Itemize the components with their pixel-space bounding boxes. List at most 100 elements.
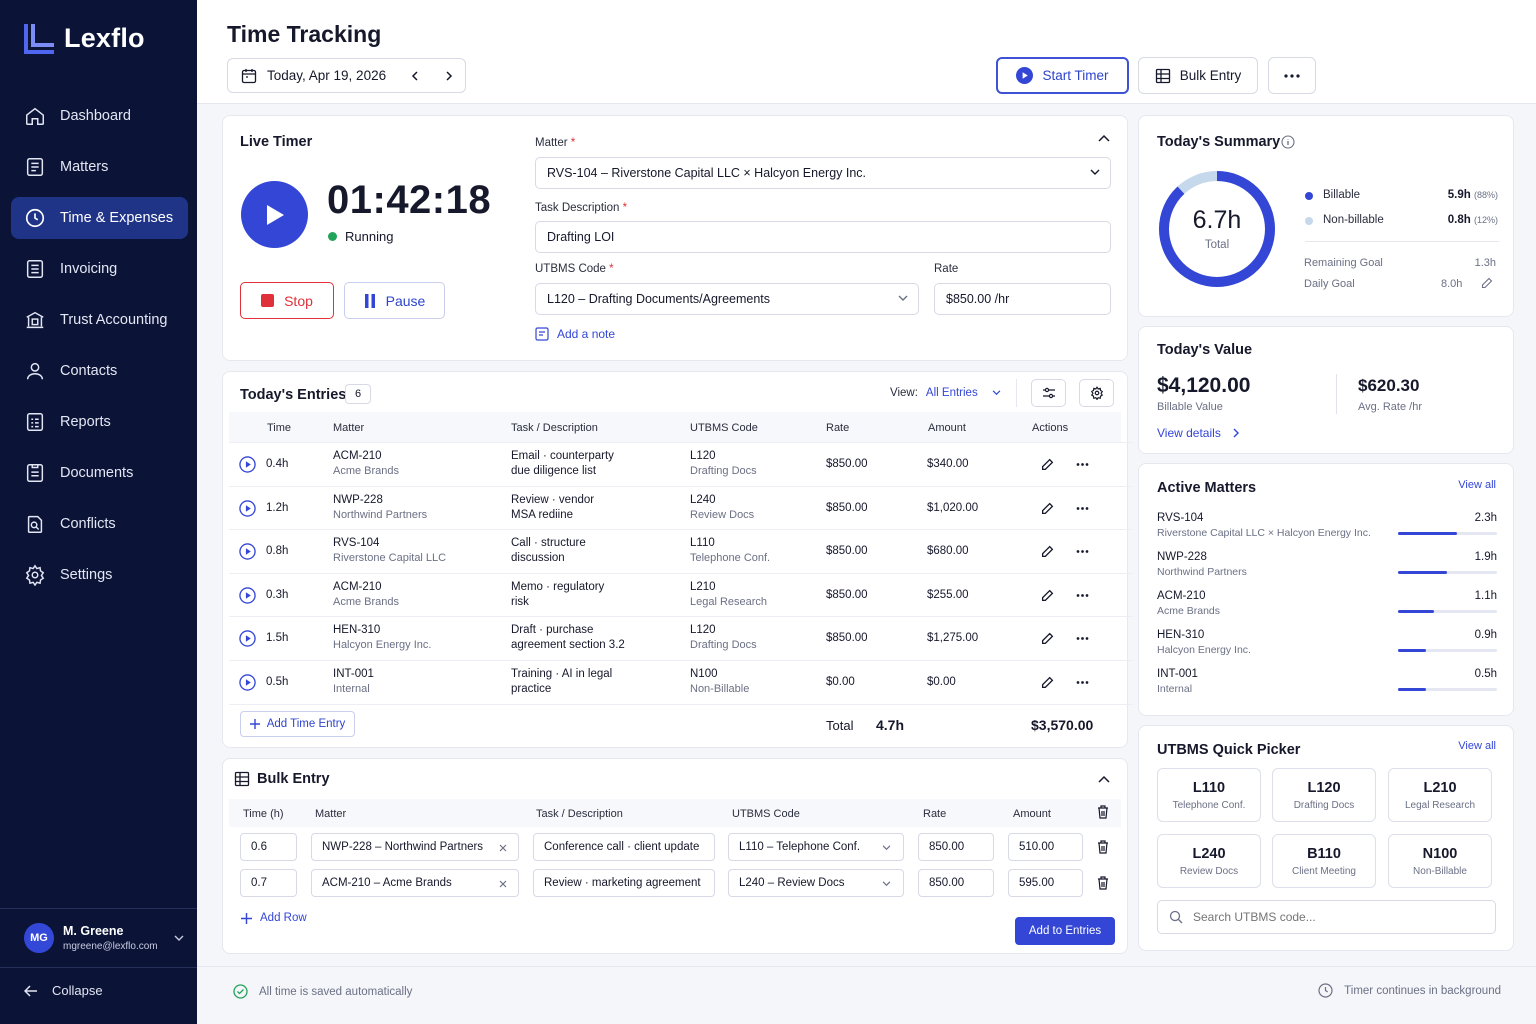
collapse-chevron-up-icon[interactable] xyxy=(1098,775,1110,783)
utbms-code-tile[interactable]: L210 Legal Research xyxy=(1388,768,1492,822)
sidebar-item-contacts[interactable]: Contacts xyxy=(11,350,188,392)
check-circle-icon xyxy=(233,984,248,999)
play-circle-icon[interactable] xyxy=(239,499,256,517)
bulk-time-input[interactable]: 0.6 xyxy=(240,833,297,861)
utbms-search-input[interactable] xyxy=(1193,910,1473,924)
sidebar-item-documents[interactable]: Documents xyxy=(11,452,188,494)
table-row[interactable]: 1.5h HEN-310 Halcyon Energy Inc. Draft · pu… xyxy=(229,616,1133,660)
bulk-time-input[interactable]: 0.7 xyxy=(240,869,297,897)
stop-button[interactable]: Stop xyxy=(240,282,334,319)
sidebar-item-conflicts[interactable]: Conflicts xyxy=(11,503,188,545)
pencil-icon[interactable] xyxy=(1481,277,1493,289)
sidebar-item-time-expenses[interactable]: Time & Expenses xyxy=(11,197,188,239)
sidebar-item-matters[interactable]: Matters xyxy=(11,146,188,188)
collapse-button[interactable]: Collapse xyxy=(24,983,103,998)
active-matter-item[interactable]: INT-001 Internal 0.5h xyxy=(1139,667,1515,703)
active-matter-item[interactable]: RVS-104 Riverstone Capital LLC × Halcyon … xyxy=(1139,511,1515,547)
utbms-select[interactable]: L120 – Drafting Documents/Agreements xyxy=(535,283,919,315)
pencil-icon[interactable] xyxy=(1041,458,1054,471)
rate-input[interactable]: $850.00 /hr xyxy=(934,283,1111,315)
trash-icon[interactable] xyxy=(1097,840,1109,854)
matter-select[interactable]: RVS-104 – Riverstone Capital LLC × Halcy… xyxy=(535,157,1111,189)
chevron-left-icon[interactable] xyxy=(410,70,420,81)
active-matter-item[interactable]: ACM-210 Acme Brands 1.1h xyxy=(1139,589,1515,625)
bulk-matter-select[interactable]: NWP-228 – Northwind Partners xyxy=(311,833,519,861)
utbms-code-tile[interactable]: N100 Non-Billable xyxy=(1388,834,1492,888)
play-circle-icon[interactable] xyxy=(239,674,256,691)
more-dots-icon[interactable] xyxy=(1076,550,1089,554)
sidebar-item-reports[interactable]: Reports xyxy=(11,401,188,443)
sidebar-item-settings[interactable]: Settings xyxy=(11,554,188,596)
date-picker[interactable]: Today, Apr 19, 2026 xyxy=(227,58,466,93)
user-menu[interactable]: MG M. Greene mgreene@lexflo.com xyxy=(0,908,197,968)
view-details-link[interactable]: View details xyxy=(1157,426,1240,440)
bulk-rate-input[interactable]: 850.00 xyxy=(918,833,994,861)
pencil-icon[interactable] xyxy=(1041,632,1054,645)
more-dots-icon[interactable] xyxy=(1076,463,1089,466)
table-row[interactable]: 0.5h INT-001 Internal Training · AI in lega… xyxy=(229,660,1133,704)
play-circle-icon[interactable] xyxy=(239,630,256,648)
table-row[interactable]: 0.3h ACM-210 Acme Brands Memo · regulatory r… xyxy=(229,572,1133,617)
active-matter-item[interactable]: NWP-228 Northwind Partners 1.9h xyxy=(1139,550,1515,586)
bulk-entry-button[interactable]: Bulk Entry xyxy=(1138,57,1258,94)
table-settings-button[interactable] xyxy=(1079,379,1114,407)
trash-icon[interactable] xyxy=(1097,805,1109,819)
add-time-entry-button[interactable]: Add Time Entry xyxy=(240,711,355,737)
add-note-link[interactable]: Add a note xyxy=(535,327,615,341)
start-timer-button[interactable]: Start Timer xyxy=(996,57,1129,94)
collapse-chevron-up-icon[interactable] xyxy=(1098,134,1110,142)
more-dots-icon[interactable] xyxy=(1076,681,1089,684)
table-row[interactable]: 1.2h NWP-228 Northwind Partners Review · ve… xyxy=(229,485,1133,530)
conflicts-icon xyxy=(27,515,43,533)
entry-matter-code: ACM-210 xyxy=(333,580,382,593)
utbms-code-tile[interactable]: L110 Telephone Conf. xyxy=(1157,768,1261,822)
add-to-entries-button[interactable]: Add to Entries xyxy=(1015,917,1115,945)
bulk-amount-input[interactable]: 595.00 xyxy=(1008,869,1083,897)
pencil-icon[interactable] xyxy=(1041,676,1054,689)
table-row[interactable]: 0.8h RVS-104 Riverstone Capital LLC Call · … xyxy=(229,529,1133,573)
bulk-rate-input[interactable]: 850.00 xyxy=(918,869,994,897)
sidebar-item-trust-accounting[interactable]: Trust Accounting xyxy=(11,299,188,341)
view-details-label: View details xyxy=(1157,426,1221,440)
active-matter-item[interactable]: HEN-310 Halcyon Energy Inc. 0.9h xyxy=(1139,628,1515,664)
play-circle-icon[interactable] xyxy=(239,587,256,604)
active-matters-view-all[interactable]: View all xyxy=(1458,479,1496,491)
bulk-task-input[interactable]: Conference call · client update xyxy=(533,833,715,861)
filter-button[interactable] xyxy=(1031,379,1066,407)
trash-icon[interactable] xyxy=(1097,876,1109,890)
bulk-matter-select[interactable]: ACM-210 – Acme Brands xyxy=(311,869,519,897)
more-options-button[interactable] xyxy=(1268,57,1316,94)
play-circle-icon[interactable] xyxy=(239,543,256,560)
view-filter[interactable]: View: All Entries xyxy=(890,387,1001,399)
utbms-search[interactable] xyxy=(1157,900,1496,934)
task-description-input[interactable]: Drafting LOI xyxy=(535,221,1111,253)
utbms-code-tile[interactable]: L240 Review Docs xyxy=(1157,834,1261,888)
chevron-right-icon[interactable] xyxy=(444,70,454,81)
bulk-task-input[interactable]: Review · marketing agreement xyxy=(533,869,715,897)
play-circle-icon[interactable] xyxy=(239,456,256,473)
utbms-code-tile[interactable]: L120 Drafting Docs xyxy=(1272,768,1376,822)
bulk-amount-input[interactable]: 510.00 xyxy=(1008,833,1083,861)
running-dot-icon xyxy=(328,232,337,241)
info-icon[interactable] xyxy=(1281,135,1295,149)
close-icon[interactable] xyxy=(499,844,507,852)
pencil-icon[interactable] xyxy=(1041,589,1054,602)
logo[interactable]: Lexflo xyxy=(24,22,145,54)
utbms-code-tile[interactable]: B110 Client Meeting xyxy=(1272,834,1376,888)
play-button[interactable] xyxy=(241,181,308,248)
more-dots-icon[interactable] xyxy=(1076,506,1089,510)
app-name: Lexflo xyxy=(64,22,145,53)
table-row[interactable]: 0.4h ACM-210 Acme Brands Email · counterpar… xyxy=(229,442,1133,486)
close-icon[interactable] xyxy=(499,880,507,888)
sidebar-item-dashboard[interactable]: Dashboard xyxy=(11,95,188,137)
pencil-icon[interactable] xyxy=(1041,502,1054,515)
pencil-icon[interactable] xyxy=(1041,545,1054,558)
more-dots-icon[interactable] xyxy=(1076,593,1089,597)
bulk-utbms-select[interactable]: L240 – Review Docs xyxy=(728,869,904,897)
more-dots-icon[interactable] xyxy=(1076,637,1089,641)
pause-button[interactable]: Pause xyxy=(344,282,445,319)
entry-task-line1: Memo · regulatory xyxy=(511,580,605,593)
bulk-utbms-select[interactable]: L110 – Telephone Conf. xyxy=(728,833,904,861)
sidebar-item-invoicing[interactable]: Invoicing xyxy=(11,248,188,290)
add-row-button[interactable]: Add Row xyxy=(241,912,307,924)
